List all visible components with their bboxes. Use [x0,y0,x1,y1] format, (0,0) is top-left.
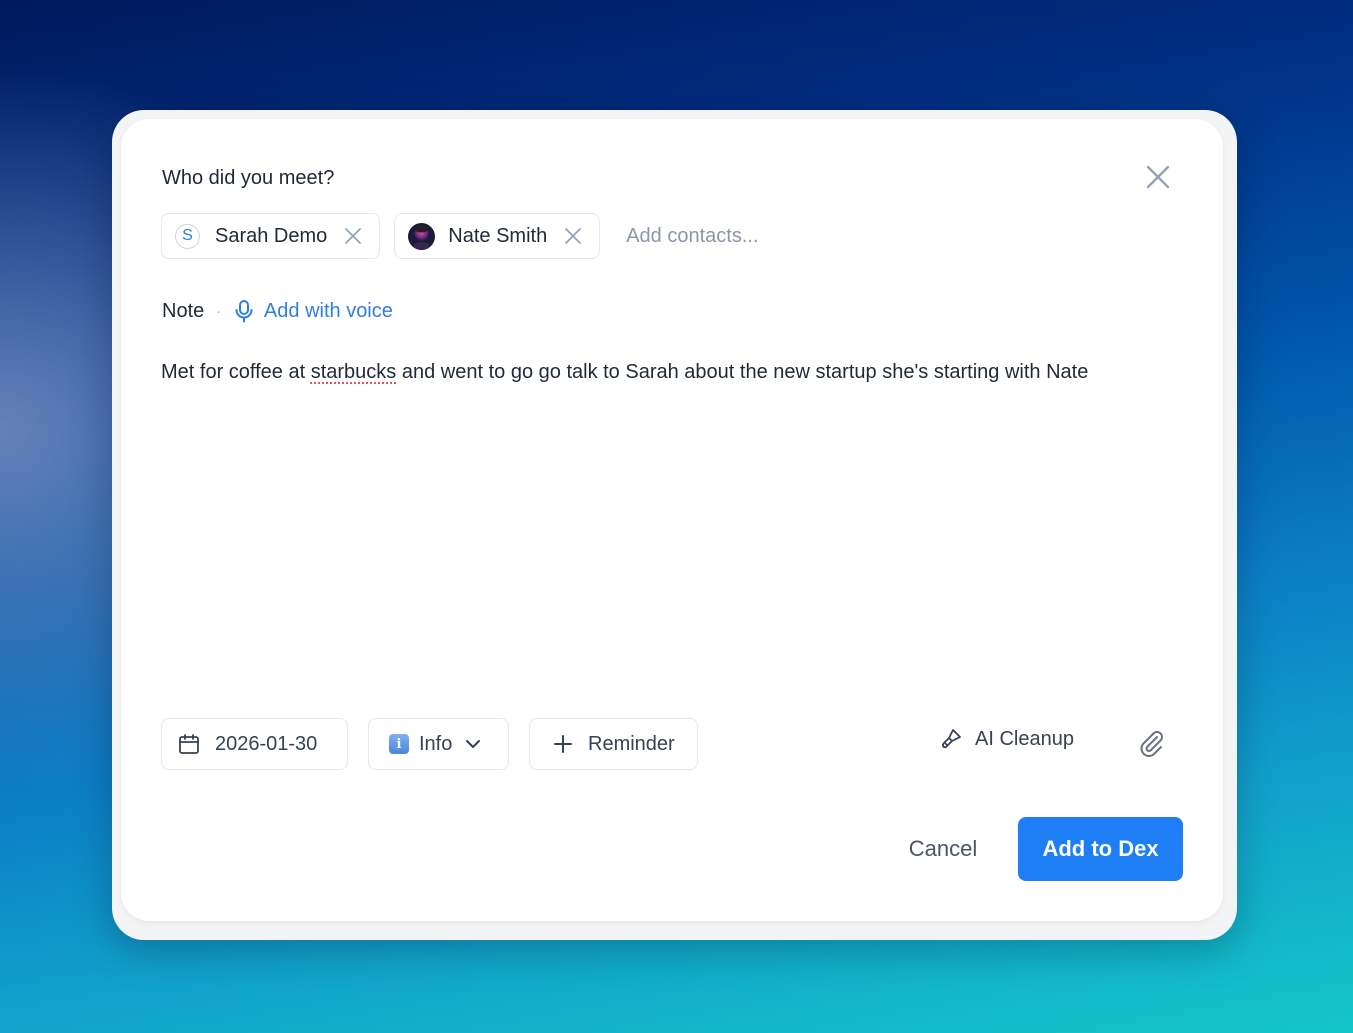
ai-cleanup-label: AI Cleanup [975,727,1074,750]
paintbrush-icon [942,729,961,749]
add-with-voice-label: Add with voice [263,299,393,322]
add-contacts-input[interactable] [614,224,927,248]
remove-contact-icon[interactable] [563,226,583,246]
note-text-start: Met for coffee at [161,361,311,383]
attach-button[interactable] [1135,728,1167,760]
ai-cleanup-button[interactable]: AI Cleanup [939,727,1074,751]
add-with-voice-button[interactable]: Add with voice [233,299,393,323]
note-text-end: and went to go go talk to Sarah about th… [396,361,1089,383]
contact-name: Nate Smith [448,224,548,247]
chevron-down-icon [466,740,481,748]
contact-chip: S Sarah Demo [161,213,381,259]
info-icon: i [389,734,409,754]
type-dropdown[interactable]: i Info [368,718,509,770]
contact-chip: Nate Smith [394,213,601,259]
add-reminder-button[interactable]: Reminder [529,718,698,770]
add-interaction-dialog: Who did you meet? S Sarah Demo Nate Smit… [121,119,1223,921]
add-to-dex-button[interactable]: Add to Dex [1018,817,1183,881]
misspelled-word: starbucks [310,361,397,383]
calendar-icon [179,734,199,754]
cancel-button[interactable]: Cancel [891,817,995,881]
date-picker-button[interactable]: 2026-01-30 [161,718,348,770]
separator-dot: · [216,303,221,319]
note-header: Note · Add with voice [162,299,393,323]
microphone-icon [235,300,253,323]
close-button[interactable] [1143,162,1173,192]
remove-contact-icon[interactable] [343,226,363,246]
note-label: Note [162,299,205,322]
note-textarea[interactable]: Met for coffee at starbucks and went to … [161,356,1181,676]
contacts-field: S Sarah Demo Nate Smith Add contacts... [161,213,927,259]
dialog-title: Who did you meet? [162,167,335,189]
plus-icon [554,735,572,753]
avatar: S [175,223,200,249]
reminder-label: Reminder [588,732,675,755]
close-icon [1146,165,1170,189]
type-label: Info [419,732,453,755]
paperclip-icon [1140,731,1163,757]
avatar [408,222,436,250]
contact-name: Sarah Demo [215,224,328,247]
date-value: 2026-01-30 [215,732,318,755]
